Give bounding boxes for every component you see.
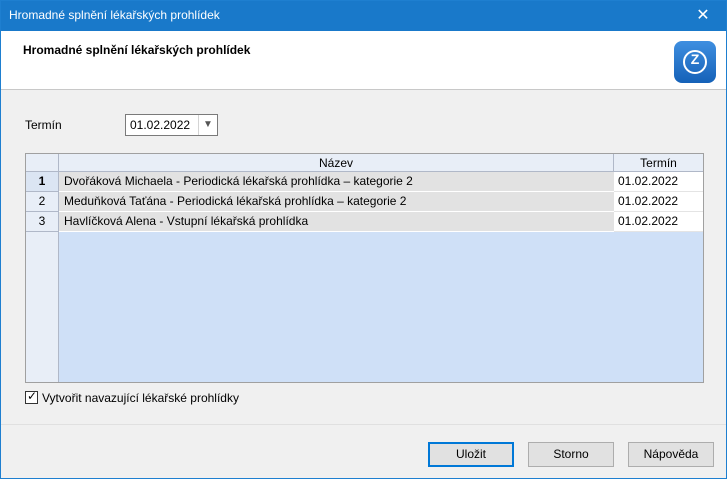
row-number[interactable]: 2 xyxy=(26,192,59,212)
termin-date-picker[interactable]: 01.02.2022 ▼ xyxy=(125,114,218,136)
termin-label: Termín xyxy=(25,118,62,132)
row-number-header xyxy=(26,154,59,172)
table-row[interactable]: 1 Dvořáková Michaela - Periodická lékařs… xyxy=(26,172,703,192)
footer-divider xyxy=(1,424,726,425)
app-logo-icon: Z xyxy=(674,41,716,83)
row-number-gutter xyxy=(26,232,59,382)
logo-letter: Z xyxy=(690,51,700,67)
save-button[interactable]: Uložit xyxy=(428,442,514,467)
dialog-window: Hromadné splnění lékařských prohlídek ✕ … xyxy=(0,0,727,479)
row-number[interactable]: 3 xyxy=(26,212,59,232)
row-name-cell[interactable]: Dvořáková Michaela - Periodická lékařská… xyxy=(59,172,614,192)
termin-date-value[interactable]: 01.02.2022 xyxy=(130,118,190,132)
row-number[interactable]: 1 xyxy=(26,172,59,192)
title-bar: Hromadné splnění lékařských prohlídek ✕ xyxy=(1,1,726,31)
table-row[interactable]: 2 Meduňková Taťána - Periodická lékařská… xyxy=(26,192,703,212)
table-row[interactable]: 3 Havlíčková Alena - Vstupní lékařská pr… xyxy=(26,212,703,232)
examinations-grid[interactable]: Název Termín 1 Dvořáková Michaela - Peri… xyxy=(25,153,704,383)
row-name-cell[interactable]: Havlíčková Alena - Vstupní lékařská proh… xyxy=(59,212,614,232)
cancel-button[interactable]: Storno xyxy=(528,442,614,467)
dialog-header: Hromadné splnění lékařských prohlídek Z xyxy=(1,31,726,90)
page-title: Hromadné splnění lékařských prohlídek xyxy=(23,43,251,57)
create-followup-checkbox[interactable]: ✓ xyxy=(25,389,38,404)
row-date-cell[interactable]: 01.02.2022 xyxy=(614,212,703,232)
help-button[interactable]: Nápověda xyxy=(628,442,714,467)
checkmark-icon: ✓ xyxy=(27,389,38,403)
chevron-down-icon[interactable]: ▼ xyxy=(198,115,217,135)
column-header-name[interactable]: Název xyxy=(59,154,614,172)
create-followup-label[interactable]: Vytvořit navazující lékařské prohlídky xyxy=(42,391,239,405)
row-name-cell[interactable]: Meduňková Taťána - Periodická lékařská p… xyxy=(59,192,614,212)
window-title: Hromadné splnění lékařských prohlídek xyxy=(9,8,220,22)
close-icon[interactable]: ✕ xyxy=(680,1,726,31)
column-header-date[interactable]: Termín xyxy=(614,154,703,172)
row-date-cell[interactable]: 01.02.2022 xyxy=(614,192,703,212)
row-date-cell[interactable]: 01.02.2022 xyxy=(614,172,703,192)
